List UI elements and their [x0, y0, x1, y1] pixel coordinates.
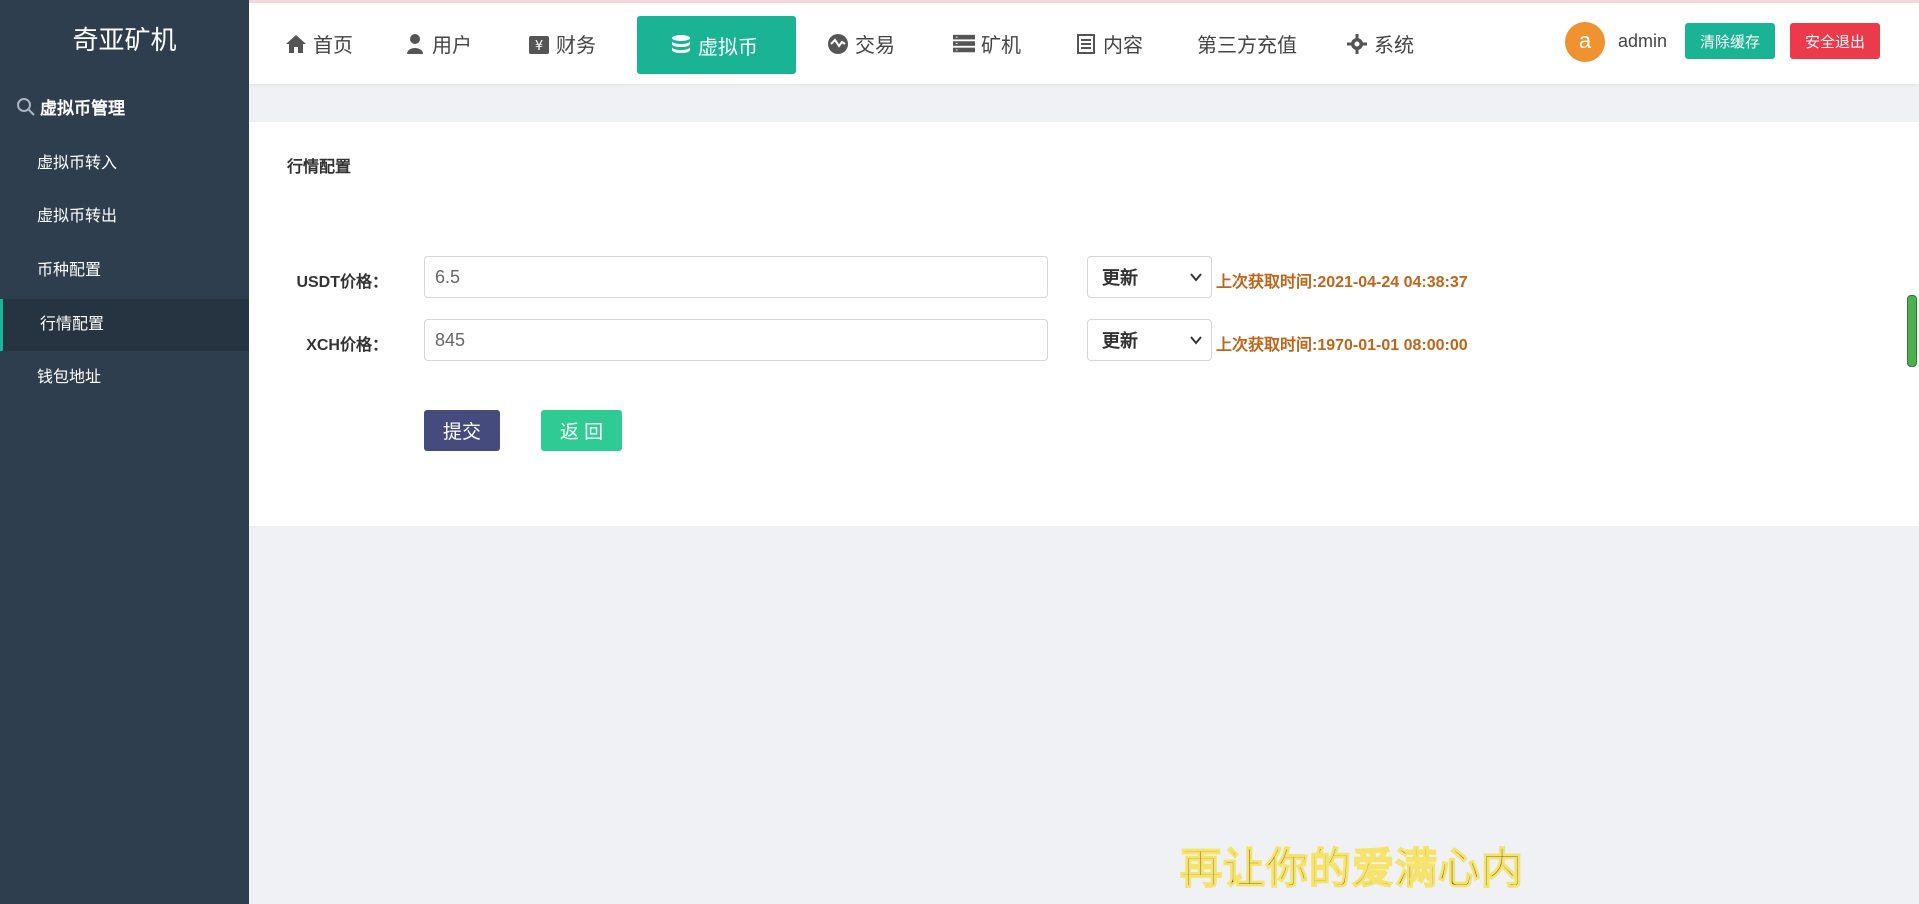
nav-finance-label: 财务	[556, 35, 596, 57]
nav-system[interactable]: 系统	[1346, 3, 1414, 84]
sidebar-item-currency-config[interactable]: 币种配置	[0, 245, 249, 297]
page-title: 行情配置	[287, 159, 352, 176]
usdt-price-label: USDT价格：	[296, 274, 388, 291]
xch-last-fetch-time: 上次获取时间:1970-01-01 08:00:00	[1216, 337, 1468, 354]
chevron-down-icon	[1190, 336, 1202, 345]
nav-miner-label: 矿机	[981, 35, 1021, 57]
sidebar-item-virtual-in[interactable]: 虚拟币转入	[0, 138, 249, 190]
nav-system-label: 系统	[1374, 35, 1414, 57]
search-icon	[17, 97, 35, 116]
home-icon	[285, 33, 307, 55]
sidebar-section-title: 虚拟币管理	[40, 99, 125, 118]
sidebar-item-virtual-out[interactable]: 虚拟币转出	[0, 191, 249, 243]
username[interactable]: admin	[1618, 31, 1667, 52]
app-logo-title: 奇亚矿机	[72, 25, 177, 55]
video-subtitle: 再让你的爱满心内	[1179, 844, 1525, 893]
nav-trade[interactable]: 交易	[827, 3, 895, 84]
nav-home[interactable]: 首页	[285, 3, 353, 84]
server-icon	[953, 33, 975, 55]
user-icon	[404, 33, 426, 55]
sidebar-item-market-config[interactable]: 行情配置	[0, 299, 249, 351]
nav-virtual-currency-label: 虚拟币	[698, 36, 758, 59]
nav-content-label: 内容	[1103, 35, 1143, 57]
finance-icon: ¥	[528, 33, 550, 55]
nav-third-party-recharge[interactable]: 第三方充值	[1197, 3, 1297, 84]
svg-text:¥: ¥	[535, 39, 543, 54]
xch-update-select[interactable]: 更新	[1087, 319, 1212, 361]
nav-user-label: 用户	[432, 35, 472, 57]
sidebar: 奇亚矿机 虚拟币管理 虚拟币转入 虚拟币转出 币种配置 行情配置 钱包地址	[0, 0, 249, 904]
avatar[interactable]: a	[1565, 22, 1605, 62]
nav-third-party-recharge-label: 第三方充值	[1197, 35, 1297, 57]
xch-price-label: XCH价格：	[306, 337, 388, 354]
nav-finance[interactable]: ¥ 财务	[528, 3, 596, 84]
database-icon	[670, 34, 692, 56]
usdt-price-input[interactable]	[424, 256, 1048, 298]
nav-miner[interactable]: 矿机	[953, 3, 1021, 84]
xch-update-select-value: 更新	[1102, 331, 1138, 351]
usdt-last-fetch-time: 上次获取时间:2021-04-24 04:38:37	[1216, 274, 1468, 291]
back-button[interactable]: 返 回	[541, 410, 622, 451]
gear-icon	[1346, 33, 1368, 55]
logout-button[interactable]: 安全退出	[1790, 23, 1880, 59]
nav-user[interactable]: 用户	[404, 3, 472, 84]
exchange-icon	[827, 33, 849, 55]
scrollbar-thumb[interactable]	[1907, 295, 1917, 367]
nav-virtual-currency[interactable]: 虚拟币	[637, 16, 796, 74]
sidebar-item-wallet-address[interactable]: 钱包地址	[0, 352, 249, 404]
clear-cache-button[interactable]: 清除缓存	[1685, 23, 1775, 59]
sidebar-section-header[interactable]: 虚拟币管理	[16, 94, 125, 119]
submit-button[interactable]: 提交	[424, 410, 500, 451]
usdt-update-select-value: 更新	[1102, 268, 1138, 288]
nav-content[interactable]: 内容	[1075, 3, 1143, 84]
top-nav-bar: 首页 用户 ¥ 财务 虚拟币 交易 矿机 内容 第三方充值 系统 a admin…	[249, 3, 1919, 84]
nav-trade-label: 交易	[855, 35, 895, 57]
chevron-down-icon	[1190, 273, 1202, 282]
document-icon	[1075, 33, 1097, 55]
usdt-update-select[interactable]: 更新	[1087, 256, 1212, 298]
xch-price-input[interactable]	[424, 319, 1048, 361]
nav-home-label: 首页	[313, 35, 353, 57]
